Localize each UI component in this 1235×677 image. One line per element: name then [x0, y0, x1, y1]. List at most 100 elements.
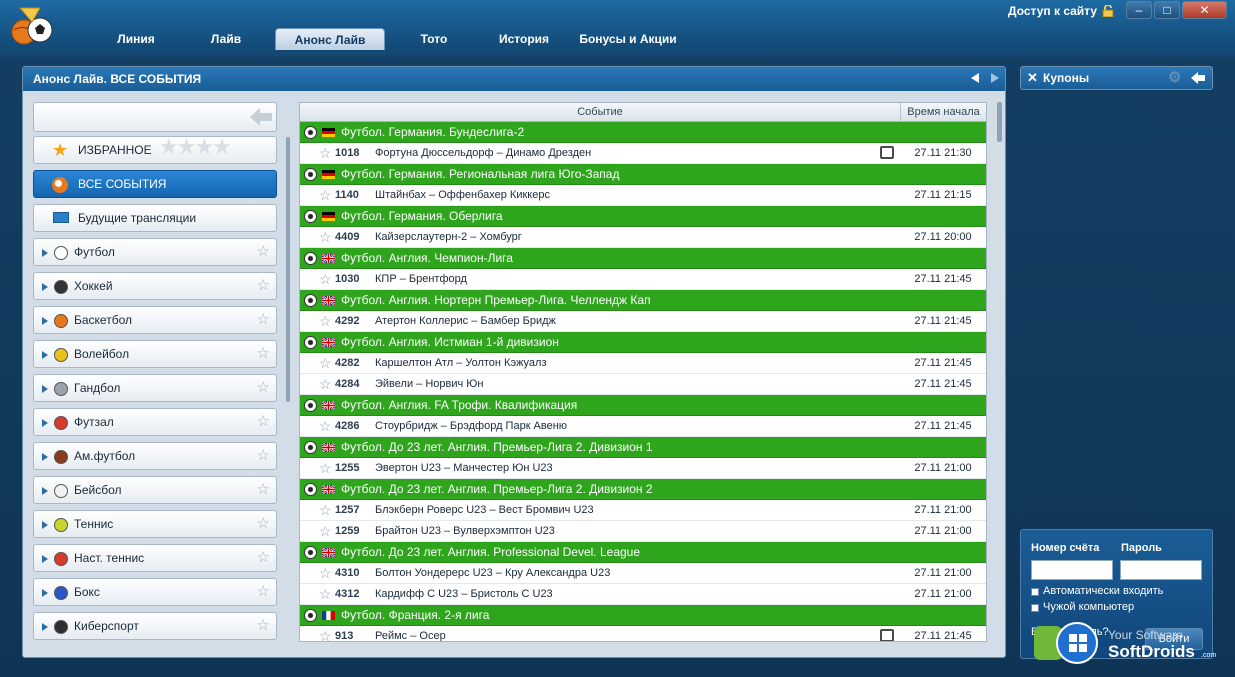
close-button[interactable]: ✕ [1182, 1, 1227, 19]
favorite-star-icon[interactable]: ☆ [319, 185, 332, 205]
table-group-header[interactable]: Футбол. Англия. Чемпион-Лига [300, 248, 986, 269]
table-row[interactable]: ☆ 1257 Блэкберн Роверс U23 – Вест Бромвич … [300, 500, 986, 521]
site-access-link[interactable]: Доступ к сайту [1008, 4, 1097, 18]
sidebar-sport-item[interactable]: Ам.футбол ☆ [33, 442, 277, 470]
table-group-header[interactable]: Футбол. До 23 лет. Англия. Премьер-Лига … [300, 437, 986, 458]
tab-live[interactable]: Лайв [185, 28, 267, 50]
sidebar-sport-item[interactable]: Хоккей ☆ [33, 272, 277, 300]
table-group-header[interactable]: Футбол. Германия. Оберлига [300, 206, 986, 227]
expand-arrow-icon[interactable] [42, 249, 48, 257]
sidebar-sport-item[interactable]: Киберспорт ☆ [33, 612, 277, 640]
sidebar-favorites[interactable]: ★ ИЗБРАННОЕ ★★★★ [33, 134, 277, 164]
tv-broadcast-icon[interactable] [880, 146, 894, 159]
favorite-star-icon[interactable]: ☆ [257, 617, 270, 635]
sidebar-sport-item[interactable]: Футбол ☆ [33, 238, 277, 266]
sidebar-sport-item[interactable]: Футзал ☆ [33, 408, 277, 436]
favorite-star-icon[interactable]: ☆ [257, 311, 270, 329]
sidebar-back-field[interactable] [33, 102, 277, 132]
table-row[interactable]: ☆ 1030 КПР – Брентфорд 27.11 21:45 [300, 269, 986, 290]
tab-line[interactable]: Линия [95, 28, 177, 50]
table-row[interactable]: ☆ 4310 Болтон Уондерерс U23 – Кру Александ… [300, 563, 986, 584]
favorite-star-icon[interactable]: ☆ [319, 353, 332, 373]
auto-login-checkbox[interactable] [1031, 588, 1039, 596]
tab-bonuses[interactable]: Бонусы и Акции [573, 28, 683, 50]
table-row[interactable]: ☆ 4286 Стоурбридж – Брэдфорд Парк Авеню 27.… [300, 416, 986, 437]
favorite-star-icon[interactable]: ☆ [319, 500, 332, 520]
favorite-star-icon[interactable]: ☆ [319, 311, 332, 331]
table-row[interactable]: ☆ 1140 Штайнбах – Оффенбахер Киккерс 27.11 … [300, 185, 986, 206]
favorite-star-icon[interactable]: ☆ [319, 374, 332, 394]
minimize-button[interactable]: – [1126, 1, 1152, 19]
favorite-star-icon[interactable]: ☆ [319, 143, 332, 163]
favorite-star-icon[interactable]: ☆ [257, 379, 270, 397]
favorite-star-icon[interactable]: ☆ [257, 243, 270, 261]
sidebar-sport-item[interactable]: Бейсбол ☆ [33, 476, 277, 504]
favorite-star-icon[interactable]: ☆ [319, 227, 332, 247]
table-group-header[interactable]: Футбол. До 23 лет. Англия. Премьер-Лига … [300, 479, 986, 500]
favorite-star-icon[interactable]: ☆ [319, 521, 332, 541]
foreign-pc-checkbox[interactable] [1031, 604, 1039, 612]
table-row[interactable]: ☆ 4312 Кардифф С U23 – Бристоль С U23 27.11… [300, 584, 986, 605]
expand-arrow-icon[interactable] [42, 419, 48, 427]
tab-history[interactable]: История [483, 28, 565, 50]
sidebar-sport-item[interactable]: Гандбол ☆ [33, 374, 277, 402]
expand-arrow-icon[interactable] [42, 351, 48, 359]
sidebar-sport-item[interactable]: Наст. теннис ☆ [33, 544, 277, 572]
expand-arrow-icon[interactable] [42, 589, 48, 597]
favorite-star-icon[interactable]: ☆ [257, 413, 270, 431]
expand-arrow-icon[interactable] [42, 317, 48, 325]
table-row[interactable]: ☆ 4282 Каршелтон Атл – Уолтон Кэжуалз 27.11… [300, 353, 986, 374]
settings-gear-icon[interactable]: ⚙ [1168, 67, 1181, 89]
expand-arrow-icon[interactable] [42, 623, 48, 631]
sidebar-future-broadcasts[interactable]: Будущие трансляции [33, 204, 277, 232]
favorite-star-icon[interactable]: ☆ [319, 269, 332, 289]
table-group-header[interactable]: Футбол. Англия. Истмиан 1-й дивизион [300, 332, 986, 353]
favorite-star-icon[interactable]: ☆ [319, 458, 332, 478]
expand-arrow-icon[interactable] [42, 521, 48, 529]
tab-toto[interactable]: Тото [393, 28, 475, 50]
expand-arrow-icon[interactable] [42, 555, 48, 563]
table-group-header[interactable]: Футбол. Англия. Нортерн Премьер-Лига. Че… [300, 290, 986, 311]
expand-arrow-icon[interactable] [42, 283, 48, 291]
sidebar-sport-item[interactable]: Теннис ☆ [33, 510, 277, 538]
prev-arrow-icon[interactable] [971, 73, 979, 83]
table-row[interactable]: ☆ 1259 Брайтон U23 – Вулверхэмптон U23 27.1… [300, 521, 986, 542]
table-row[interactable]: ☆ 1018 Фортуна Дюссельдорф – Динамо Дрезде… [300, 143, 986, 164]
expand-arrow-icon[interactable] [42, 487, 48, 495]
table-scrollbar[interactable] [997, 102, 1002, 142]
password-input[interactable] [1120, 560, 1202, 580]
favorite-star-icon[interactable]: ☆ [257, 447, 270, 465]
tab-live-announce[interactable]: Анонс Лайв [275, 28, 385, 50]
sidebar-all-events[interactable]: ВСЕ СОБЫТИЯ [33, 170, 277, 198]
column-start-time[interactable]: Время начала [900, 103, 986, 121]
table-group-header[interactable]: Футбол. Германия. Бундеслига-2 [300, 122, 986, 143]
table-row[interactable]: ☆ 4292 Атертон Коллерис – Бамбер Бридж 27.1… [300, 311, 986, 332]
favorite-star-icon[interactable]: ☆ [257, 549, 270, 567]
table-group-header[interactable]: Футбол. Англия. FA Трофи. Квалификация [300, 395, 986, 416]
favorite-star-icon[interactable]: ☆ [319, 563, 332, 583]
table-row[interactable]: ☆ 4409 Кайзерслаутерн-2 – Хомбург 27.11 20:… [300, 227, 986, 248]
favorite-star-icon[interactable]: ☆ [257, 345, 270, 363]
account-number-input[interactable] [1031, 560, 1113, 580]
table-group-header[interactable]: Футбол. До 23 лет. Англия. Professional … [300, 542, 986, 563]
sidebar-sport-item[interactable]: Баскетбол ☆ [33, 306, 277, 334]
favorite-star-icon[interactable]: ☆ [257, 515, 270, 533]
table-row[interactable]: ☆ 1255 Эвертон U23 – Манчестер Юн U23 27.11… [300, 458, 986, 479]
tv-broadcast-icon[interactable] [880, 629, 894, 641]
table-group-header[interactable]: Футбол. Франция. 2-я лига [300, 605, 986, 626]
column-event[interactable]: Событие [300, 103, 900, 121]
table-row[interactable]: ☆ 4284 Эйвели – Норвич Юн 27.11 21:45 [300, 374, 986, 395]
expand-arrow-icon[interactable] [42, 385, 48, 393]
favorite-star-icon[interactable]: ☆ [257, 583, 270, 601]
favorite-star-icon[interactable]: ☆ [319, 416, 332, 436]
next-arrow-icon[interactable] [991, 73, 999, 83]
sidebar-sport-item[interactable]: Волейбол ☆ [33, 340, 277, 368]
favorite-star-icon[interactable]: ☆ [257, 277, 270, 295]
back-arrow-icon[interactable] [250, 108, 272, 126]
collapse-arrow-icon[interactable] [1191, 72, 1205, 84]
table-row[interactable]: ☆ 913 Реймс – Осер 27.11 21:45 [300, 626, 986, 641]
table-group-header[interactable]: Футбол. Германия. Региональная лига Юго-… [300, 164, 986, 185]
sidebar-scrollbar[interactable] [286, 137, 290, 402]
favorite-star-icon[interactable]: ☆ [257, 481, 270, 499]
expand-arrow-icon[interactable] [42, 453, 48, 461]
